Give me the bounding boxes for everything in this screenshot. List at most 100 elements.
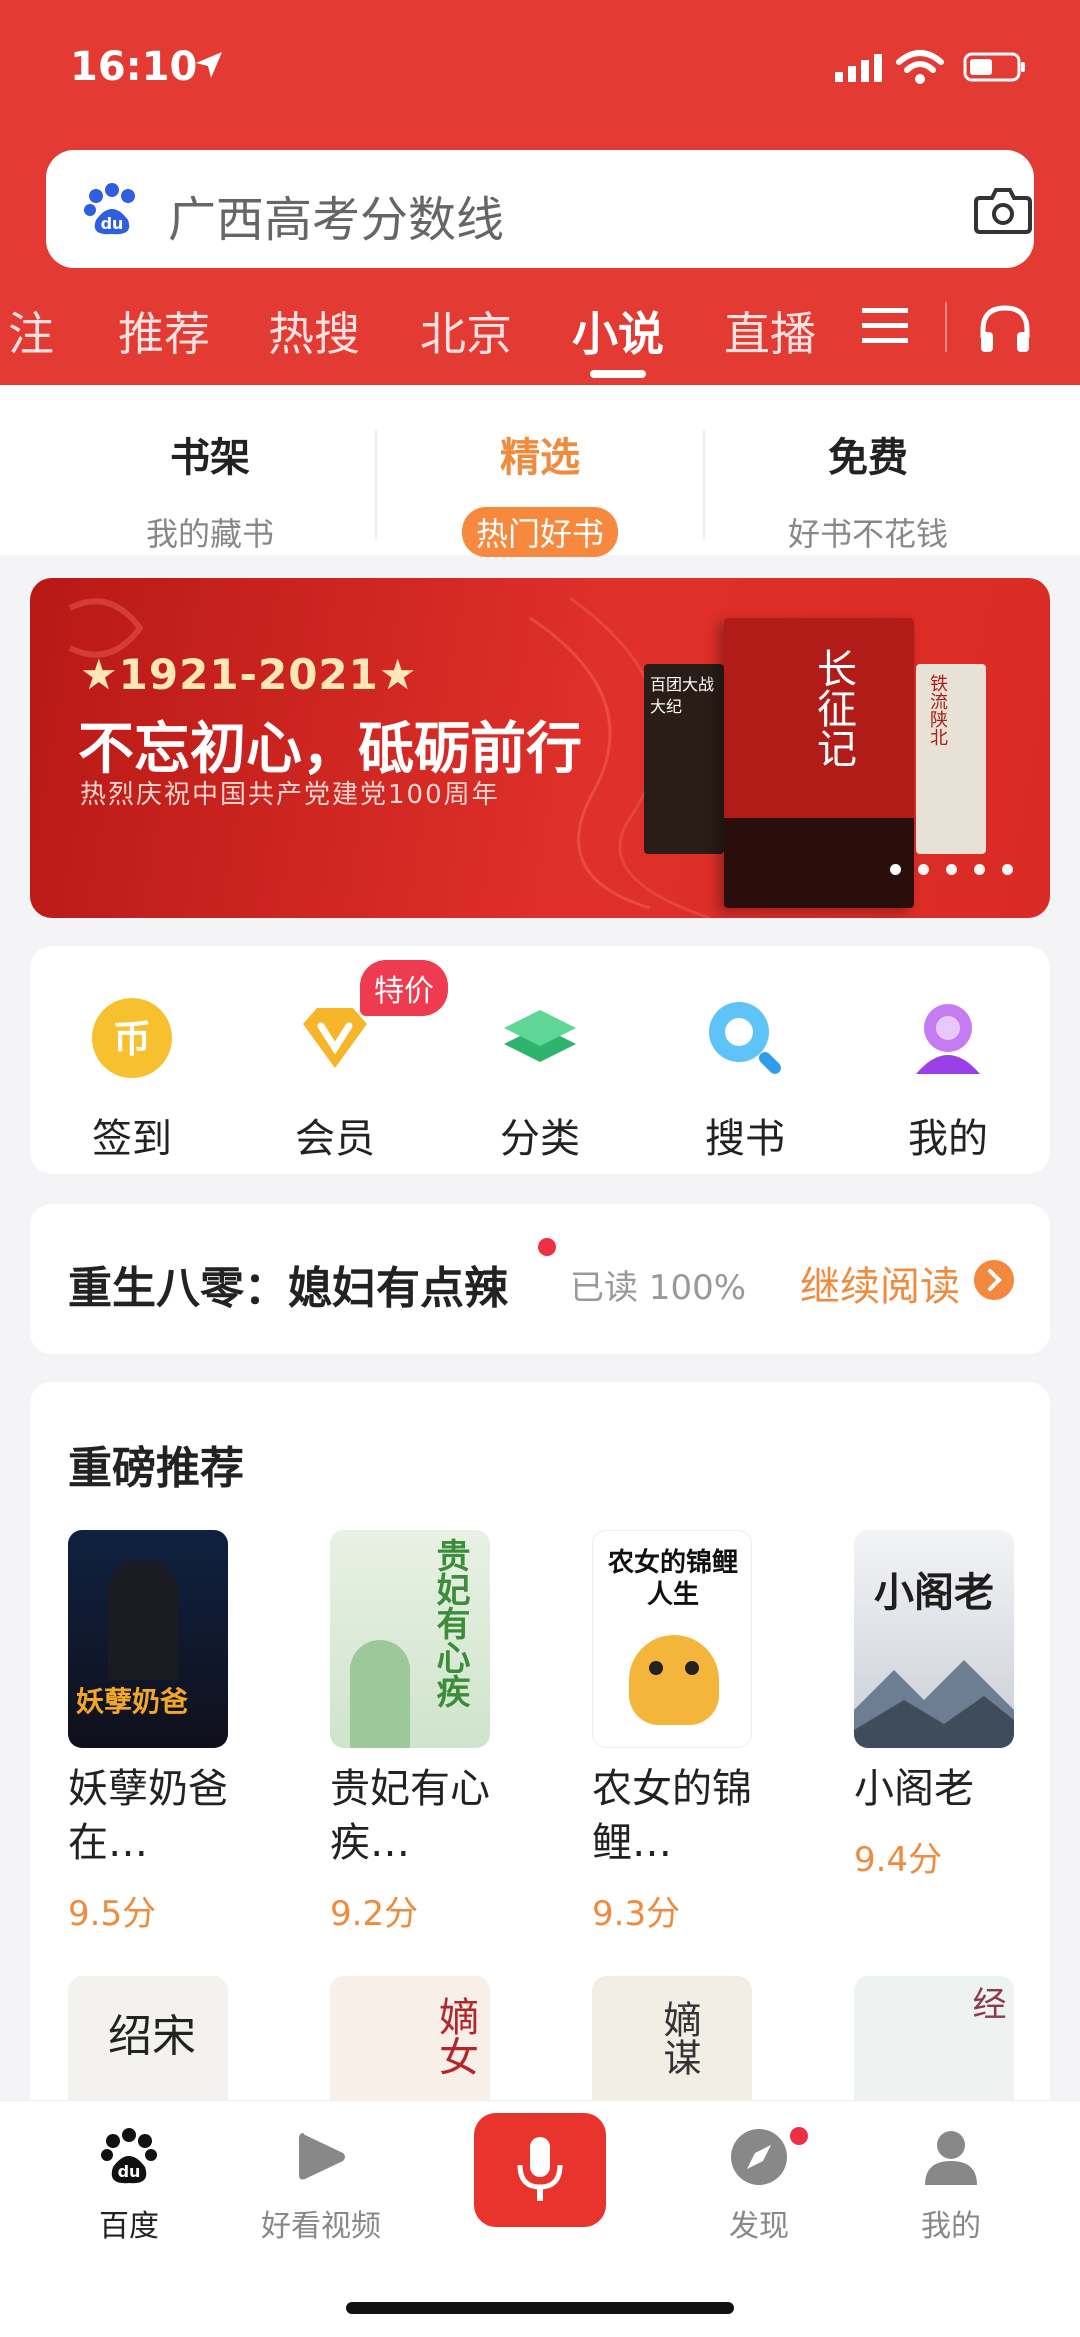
search-books-button[interactable]: 搜书: [665, 996, 825, 1164]
update-dot: [538, 1238, 556, 1256]
cover-title: 贵妃有心疾: [430, 1538, 470, 1708]
cellular-signal-icon: [835, 54, 882, 82]
book-cover: 贵妃有心疾: [330, 1530, 490, 1748]
book-score: 9.5分: [68, 1894, 157, 1934]
promo-banner[interactable]: ★1921-2021★ 不忘初心，砥砺前行 热烈庆祝中国共产党建党100周年 百…: [30, 578, 1050, 918]
subtab-subtitle: 好书不花钱: [787, 515, 948, 553]
home-indicator: [346, 2302, 734, 2314]
continue-reading-card[interactable]: 重生八零：媳妇有点辣 已读 100% 继续阅读: [30, 1204, 1050, 1354]
search-input[interactable]: 广西高考分数线: [168, 180, 504, 250]
subtab-bookshelf[interactable]: 书架 我的藏书: [60, 425, 360, 557]
location-arrow-icon: [196, 52, 222, 78]
subtab-subtitle: 热门好书: [461, 507, 618, 557]
reading-book-title: 重生八零：媳妇有点辣: [68, 1263, 508, 1314]
banner-book-cover: 铁流陕北: [916, 664, 986, 854]
section-title: 重磅推荐: [68, 1443, 244, 1494]
headphones-icon[interactable]: [978, 304, 1032, 354]
book-title: 小阁老: [854, 1766, 974, 1812]
action-label: 会员: [295, 1116, 375, 1162]
my-books-button[interactable]: 我的: [868, 996, 1028, 1164]
vip-button[interactable]: 会员: [255, 996, 415, 1164]
nav-me[interactable]: 我的: [876, 2127, 1026, 2245]
tab-beijing[interactable]: 北京: [420, 298, 512, 364]
cover-title: 妖孽奶爸: [76, 1685, 189, 1718]
book-cover-title: 长征记: [810, 648, 856, 768]
book-cover[interactable]: 嫡谋: [592, 1976, 752, 2106]
banner-book-cover-main: 长征记: [724, 618, 914, 908]
tab-hot-search[interactable]: 热搜: [268, 298, 360, 364]
book-cover: 农女的锦鲤人生: [592, 1530, 752, 1748]
baidu-paw-icon: du: [84, 183, 135, 235]
chevron-right-icon: [974, 1260, 1014, 1300]
book-cover[interactable]: 嫡女: [330, 1976, 490, 2106]
nav-baidu[interactable]: du 百度: [54, 2127, 204, 2245]
book-card[interactable]: 贵妃有心疾 贵妃有心疾… 9.2分: [330, 1530, 520, 1935]
divider: [703, 430, 705, 540]
layers-icon: [504, 1010, 576, 1062]
status-bar: 16:10: [0, 38, 1080, 98]
banner-book-cover: 百团大战大纪: [644, 664, 724, 854]
notification-dot: [790, 2127, 808, 2145]
nav-discover[interactable]: 发现: [684, 2127, 834, 2245]
nav-label: 百度: [99, 2209, 159, 2244]
subtab-title: 免费: [828, 435, 908, 481]
novel-sub-tabs: 书架 我的藏书 精选 热门好书 免费 好书不花钱: [0, 385, 1080, 557]
book-cover-title: 百团大战大纪: [650, 675, 715, 716]
active-tab-indicator: [590, 370, 646, 378]
cover-title: 小阁老: [874, 1569, 994, 1616]
user-profile-icon: [916, 1004, 980, 1074]
baidu-paw-icon: du: [101, 2128, 157, 2184]
book-title: 妖孽奶爸在…: [68, 1766, 228, 1866]
divider: [375, 430, 377, 540]
user-icon: [925, 2131, 977, 2185]
camera-icon[interactable]: [974, 184, 1032, 236]
status-time: 16:10: [70, 44, 198, 90]
banner-subtitle: 热烈庆祝中国共产党建党100周年: [80, 780, 500, 810]
book-cover[interactable]: 娇娘医经: [854, 1976, 1014, 2106]
book-cover-title: 铁流陕北: [927, 674, 948, 746]
nav-haokan-video[interactable]: 好看视频: [246, 2127, 396, 2245]
action-label: 搜书: [705, 1116, 785, 1162]
channel-tabs: 注 推荐 热搜 北京 小说 直播: [0, 292, 1080, 378]
action-label: 我的: [908, 1116, 988, 1162]
svg-text:币: 币: [113, 1017, 151, 1061]
book-cover[interactable]: 绍宋: [68, 1976, 228, 2106]
subtab-featured[interactable]: 精选 热门好书: [390, 425, 690, 557]
cover-title: 嫡谋: [657, 2000, 701, 2076]
book-card[interactable]: 妖孽奶爸 妖孽奶爸在… 9.5分: [68, 1530, 258, 1935]
tab-recommend[interactable]: 推荐: [118, 298, 210, 364]
search-bar[interactable]: du 广西高考分数线: [46, 150, 1034, 268]
book-card[interactable]: 小阁老 小阁老 9.4分: [854, 1530, 1044, 1881]
book-card[interactable]: 农女的锦鲤人生 农女的锦鲤… 9.3分: [592, 1530, 782, 1935]
tab-follow[interactable]: 注: [8, 298, 54, 364]
book-score: 9.2分: [330, 1894, 419, 1934]
battery-icon: [963, 52, 1025, 82]
tab-novel[interactable]: 小说: [572, 298, 664, 364]
wifi-icon: [896, 50, 944, 84]
category-button[interactable]: 分类: [460, 996, 620, 1164]
cover-title: 嫡女: [432, 1996, 478, 2076]
checkin-button[interactable]: 币 签到: [52, 996, 212, 1164]
book-silhouette: [724, 818, 914, 908]
tab-divider: [945, 302, 947, 352]
subtab-free[interactable]: 免费 好书不花钱: [718, 425, 1018, 557]
book-title: 农女的锦鲤…: [592, 1766, 752, 1866]
microphone-icon: [517, 2137, 563, 2201]
subtab-title: 书架: [170, 435, 250, 481]
coin-icon: 币: [92, 998, 172, 1078]
action-label: 签到: [92, 1116, 172, 1162]
carousel-dots: [890, 860, 1030, 879]
cover-title: 农女的锦鲤人生: [607, 1548, 738, 1610]
book-cover: 小阁老: [854, 1530, 1014, 1748]
special-price-badge: 特价: [360, 960, 448, 1016]
continue-reading-button[interactable]: 继续阅读: [800, 1254, 960, 1312]
book-score: 9.3分: [592, 1894, 681, 1934]
compass-icon: [731, 2129, 787, 2185]
tab-live[interactable]: 直播: [724, 298, 816, 364]
top-header: 16:10 du 广西高考分数线 注 推荐 热搜 北京 小说 直播: [0, 0, 1080, 385]
book-cover: 妖孽奶爸: [68, 1530, 228, 1748]
nav-label: 好看视频: [261, 2209, 381, 2244]
voice-search-button[interactable]: [474, 2113, 606, 2227]
subtab-title: 精选: [500, 435, 580, 481]
menu-icon[interactable]: [860, 306, 910, 346]
